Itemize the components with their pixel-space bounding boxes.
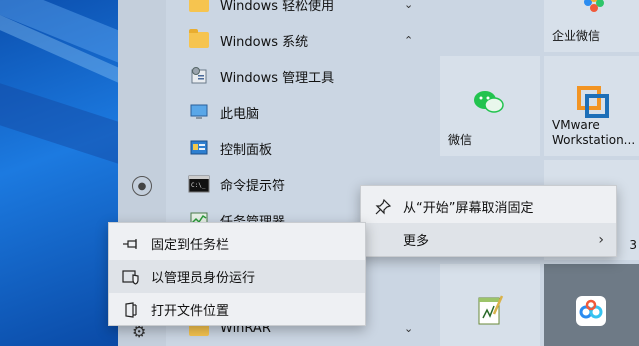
app-item-windows-ease-of-access[interactable]: Windows 轻松使用 ⌄ [166,0,438,22]
tile-notepad[interactable] [440,264,540,346]
folder-icon [188,0,210,15]
tile-label: 微信 [448,133,473,147]
app-item-windows-admin-tools[interactable]: Windows 管理工具 [166,58,438,94]
pin-icon [121,238,141,250]
tile-wecom[interactable]: 企业微信 [544,0,639,52]
user-avatar-icon[interactable]: ● [132,176,152,196]
menu-item-more[interactable]: 更多 › [361,223,616,256]
chevron-up-icon[interactable]: ⌃ [404,34,413,47]
tile-area: 企业微信 微信 VMware Workstation... 3 [438,0,639,346]
wechat-icon [474,91,504,113]
control-panel-icon [188,137,210,159]
menu-item-run-as-admin[interactable]: 以管理员身份运行 [109,260,365,293]
tile-baidu-netdisk[interactable] [544,264,639,346]
admin-tools-icon [188,65,210,87]
app-item-label: 此电脑 [220,106,260,122]
tile-label: 企业微信 [552,29,601,43]
chevron-down-icon[interactable]: ⌄ [404,322,413,335]
tile-wechat[interactable]: 微信 [440,56,540,156]
menu-item-pin-to-taskbar[interactable]: 固定到任务栏 [109,227,365,260]
open-file-location-icon [121,301,141,318]
chevron-right-icon: › [598,231,604,248]
menu-item-open-file-location[interactable]: 打开文件位置 [109,293,365,326]
menu-item-label: 打开文件位置 [151,304,230,319]
app-item-label: 控制面板 [220,142,273,158]
menu-item-label: 固定到任务栏 [151,238,230,253]
vmware-icon [577,86,609,118]
command-prompt-icon: C:\_ [188,173,210,195]
app-item-label: Windows 系统 [220,34,309,50]
context-menu-secondary: 从“开始”屏幕取消固定 更多 › [360,185,617,257]
desktop-background [0,0,118,346]
app-item-label: Windows 轻松使用 [220,0,335,14]
tile-vmware[interactable]: VMware Workstation... [544,56,639,156]
tile-partial-label: 3 [629,238,637,252]
svg-text:C:\_: C:\_ [191,182,206,189]
menu-item-label: 从“开始”屏幕取消固定 [403,201,534,216]
app-item-windows-system[interactable]: Windows 系统 ⌃ [166,22,438,58]
baidu-netdisk-icon [576,296,606,326]
menu-item-label: 以管理员身份运行 [151,271,256,286]
wecom-icon [584,0,604,12]
app-item-this-pc[interactable]: 此电脑 [166,94,438,130]
unpin-icon [373,198,393,215]
chevron-down-icon[interactable]: ⌄ [404,0,413,11]
menu-item-label: 更多 [403,234,430,249]
notepad-icon [478,295,504,325]
tile-label: VMware Workstation... [552,118,636,147]
computer-icon [188,101,210,123]
menu-item-unpin-from-start[interactable]: 从“开始”屏幕取消固定 [361,190,616,223]
app-item-label: 命令提示符 [220,178,286,194]
context-menu-more: 固定到任务栏 以管理员身份运行 打开文件位置 [108,222,366,326]
app-item-label: Windows 管理工具 [220,70,335,86]
shield-icon [121,269,141,285]
app-item-control-panel[interactable]: 控制面板 [166,130,438,166]
folder-icon [188,29,210,51]
